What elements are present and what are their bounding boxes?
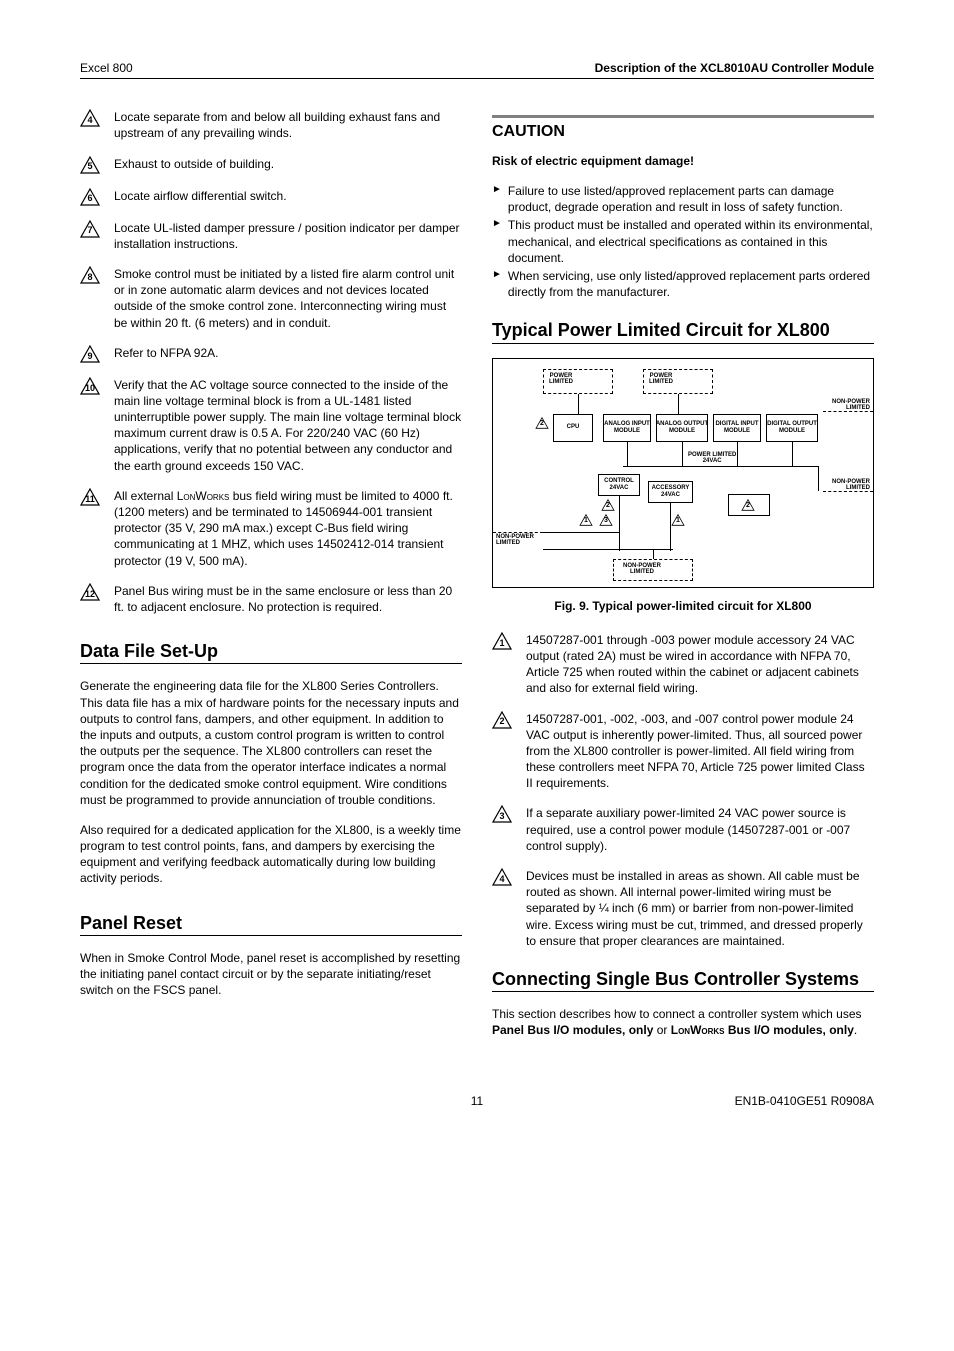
right-note-4: 4 Devices must be installed in areas as … bbox=[492, 868, 874, 949]
note-7: 7 Locate UL-listed damper pressure / pos… bbox=[80, 220, 462, 252]
note-9: 9 Refer to NFPA 92A. bbox=[80, 345, 462, 363]
heading-data-file: Data File Set-Up bbox=[80, 639, 462, 664]
caution-item: When servicing, use only listed/approved… bbox=[492, 268, 874, 300]
right-note-2: 2 14507287-001, -002, -003, and -007 con… bbox=[492, 711, 874, 792]
note-6: 6 Locate airflow differential switch. bbox=[80, 188, 462, 206]
note-8: 8 Smoke control must be initiated by a l… bbox=[80, 266, 462, 331]
triangle-2-icon: 2 bbox=[535, 417, 549, 429]
connecting-p: This section describes how to connect a … bbox=[492, 1006, 874, 1038]
caution-item: This product must be installed and opera… bbox=[492, 217, 874, 266]
panelreset-p: When in Smoke Control Mode, panel reset … bbox=[80, 950, 462, 999]
figure-caption: Fig. 9. Typical power-limited circuit fo… bbox=[492, 598, 874, 614]
note-text: 14507287-001 through -003 power module a… bbox=[526, 632, 874, 697]
diag-digital-input: DIGITAL INPUT MODULE bbox=[713, 414, 761, 442]
note-text: Panel Bus wiring must be in the same enc… bbox=[114, 583, 462, 615]
note-text: Refer to NFPA 92A. bbox=[114, 345, 462, 361]
note-text: Locate airflow differential switch. bbox=[114, 188, 462, 204]
circuit-diagram: POWER LIMITED POWER LIMITED NON-POWER LI… bbox=[492, 358, 874, 588]
triangle-4-icon: 4 bbox=[80, 109, 100, 127]
heading-typical: Typical Power Limited Circuit for XL800 bbox=[492, 318, 874, 343]
triangle-3-icon: 3 bbox=[599, 514, 613, 526]
note-text: Devices must be installed in areas as sh… bbox=[526, 868, 874, 949]
diag-analog-output: ANALOG OUTPUT MODULE bbox=[656, 414, 708, 442]
triangle-8-icon: 8 bbox=[80, 266, 100, 284]
note-text: Verify that the AC voltage source connec… bbox=[114, 377, 462, 474]
triangle-1-icon: 1 bbox=[579, 514, 593, 526]
triangle-10-icon: 10 bbox=[80, 377, 100, 395]
left-column: 4 Locate separate from and below all bui… bbox=[80, 109, 462, 1052]
doc-number: EN1B-0410GE51 R0908A bbox=[735, 1093, 874, 1109]
diag-power-limited-24: POWER LIMITED 24VAC bbox=[688, 452, 736, 465]
right-note-3: 3 If a separate auxiliary power-limited … bbox=[492, 805, 874, 854]
note-text: All external LonWorks bus field wiring m… bbox=[114, 488, 462, 569]
triangle-6-icon: 6 bbox=[80, 188, 100, 206]
note-5: 5 Exhaust to outside of building. bbox=[80, 156, 462, 174]
heading-connecting: Connecting Single Bus Controller Systems bbox=[492, 967, 874, 992]
triangle-11-icon: 11 bbox=[80, 488, 100, 506]
triangle-2-icon: 2 bbox=[492, 711, 512, 729]
note-text: Locate separate from and below all build… bbox=[114, 109, 462, 141]
triangle-5-icon: 5 bbox=[80, 156, 100, 174]
note-text: If a separate auxiliary power-limited 24… bbox=[526, 805, 874, 854]
triangle-4-icon: 4 bbox=[492, 868, 512, 886]
triangle-12-icon: 12 bbox=[80, 583, 100, 601]
triangle-1-icon: 1 bbox=[671, 514, 685, 526]
triangle-7-icon: 7 bbox=[80, 220, 100, 238]
caution-list: Failure to use listed/approved replaceme… bbox=[492, 183, 874, 300]
note-text: Smoke control must be initiated by a lis… bbox=[114, 266, 462, 331]
note-text: Exhaust to outside of building. bbox=[114, 156, 462, 172]
right-note-1: 1 14507287-001 through -003 power module… bbox=[492, 632, 874, 697]
diag-control-24: CONTROL 24VAC bbox=[598, 474, 640, 496]
note-12: 12 Panel Bus wiring must be in the same … bbox=[80, 583, 462, 615]
diag-cpu: CPU bbox=[553, 414, 593, 442]
header-right: Description of the XCL8010AU Controller … bbox=[595, 60, 874, 76]
note-text: Locate UL-listed damper pressure / posit… bbox=[114, 220, 462, 252]
triangle-2-icon: 2 bbox=[601, 499, 615, 511]
diag-nonpower: NON-POWER LIMITED bbox=[496, 534, 534, 547]
page-footer: 11 EN1B-0410GE51 R0908A bbox=[80, 1093, 874, 1109]
note-10: 10 Verify that the AC voltage source con… bbox=[80, 377, 462, 474]
heading-panel-reset: Panel Reset bbox=[80, 911, 462, 936]
diag-accessory-24: ACCESSORY 24VAC bbox=[648, 481, 693, 503]
caution-item: Failure to use listed/approved replaceme… bbox=[492, 183, 874, 215]
header-left: Excel 800 bbox=[80, 60, 133, 76]
diag-nonpower: NON-POWER LIMITED bbox=[623, 563, 661, 576]
triangle-9-icon: 9 bbox=[80, 345, 100, 363]
caution-sub: Risk of electric equipment damage! bbox=[492, 153, 874, 169]
note-11: 11 All external LonWorks bus field wirin… bbox=[80, 488, 462, 569]
right-column: CAUTION Risk of electric equipment damag… bbox=[492, 109, 874, 1052]
caution-heading: CAUTION bbox=[492, 115, 874, 143]
note-text: 14507287-001, -002, -003, and -007 contr… bbox=[526, 711, 874, 792]
page-number: 11 bbox=[471, 1093, 483, 1109]
triangle-1-icon: 1 bbox=[492, 632, 512, 650]
page-header: Excel 800 Description of the XCL8010AU C… bbox=[80, 60, 874, 79]
datafile-p1: Generate the engineering data file for t… bbox=[80, 678, 462, 808]
diag-power-limited: POWER LIMITED bbox=[649, 373, 673, 386]
note-4: 4 Locate separate from and below all bui… bbox=[80, 109, 462, 141]
triangle-3-icon: 3 bbox=[492, 805, 512, 823]
diag-digital-output: DIGITAL OUTPUT MODULE bbox=[766, 414, 818, 442]
diag-analog-input: ANALOG INPUT MODULE bbox=[603, 414, 651, 442]
datafile-p2: Also required for a dedicated applicatio… bbox=[80, 822, 462, 887]
diag-power-limited: POWER LIMITED bbox=[549, 373, 573, 386]
